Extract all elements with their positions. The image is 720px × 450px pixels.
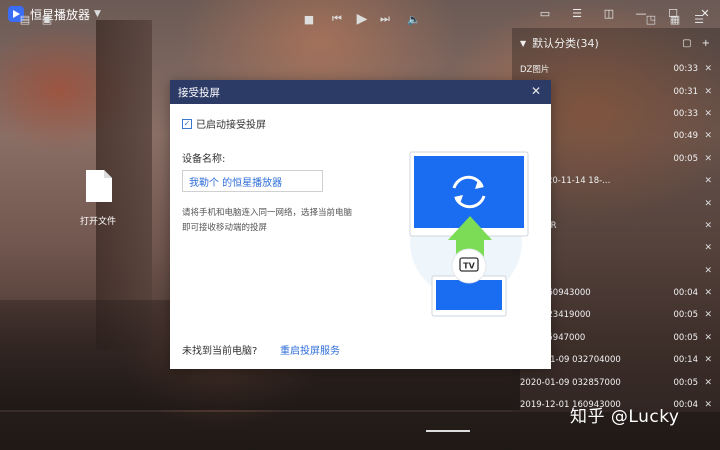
- playlist-header[interactable]: ▼ 默认分类(34) ▢ +: [512, 28, 720, 58]
- window-controls: ▭ ☰ ◫ — ☐ ✕: [536, 4, 714, 22]
- mini-mode-icon[interactable]: ▭: [536, 4, 554, 22]
- add-icon[interactable]: +: [702, 38, 710, 49]
- playlist-item-name: 2020-01-09 032857000: [520, 377, 621, 388]
- playlist-item-duration: 00:33: [673, 64, 699, 75]
- open-file-button[interactable]: 打开文件: [72, 168, 124, 227]
- enable-cast-label: 已启动接受投屏: [196, 120, 266, 131]
- remove-item-icon[interactable]: ✕: [698, 333, 712, 343]
- cast-icon[interactable]: ◳: [644, 13, 658, 26]
- playlist-item-duration: 00:49: [673, 131, 699, 142]
- playlist-item[interactable]: DZ图片 00:33 ✕: [512, 58, 720, 80]
- not-found-text: 未找到当前电脑?: [182, 346, 258, 357]
- remove-item-icon[interactable]: ✕: [698, 243, 712, 253]
- remove-item-icon[interactable]: ✕: [698, 355, 712, 365]
- app-title[interactable]: 恒星播放器: [30, 6, 90, 23]
- remove-item-icon[interactable]: ✕: [698, 199, 712, 209]
- playlist-item-duration: 00:04: [673, 288, 699, 299]
- device-name-input[interactable]: [182, 170, 323, 192]
- tv-badge-label: TV: [463, 262, 475, 271]
- tv-screen-icon: [436, 280, 502, 310]
- playlist-item-duration: 00:31: [673, 86, 699, 97]
- screenshot-icon[interactable]: ▣: [40, 13, 54, 26]
- playlist-item-duration: 00:14: [673, 355, 699, 366]
- remove-item-icon[interactable]: ✕: [698, 221, 712, 231]
- stop-icon[interactable]: ■: [302, 13, 316, 26]
- playlist-item-name: DZ图片: [520, 65, 550, 76]
- cast-hint-text: 请将手机和电脑连入同一网络，选择当前电脑即可接收移动端的投屏: [182, 208, 353, 233]
- toolbox-icon[interactable]: ▦: [668, 13, 682, 26]
- playlist-item[interactable]: 2020-01-09 032857000 00:05 ✕: [512, 371, 720, 393]
- device-name-label: 设备名称:: [182, 154, 226, 165]
- playlist-category[interactable]: 默认分类(34): [532, 35, 599, 51]
- restart-cast-service-link[interactable]: 重启投屏服务: [280, 342, 340, 357]
- next-icon[interactable]: ⏭: [378, 12, 392, 25]
- enable-cast-checkbox[interactable]: ✓ 已启动接受投屏: [182, 116, 266, 131]
- folder-icon[interactable]: ▢: [682, 38, 691, 49]
- cast-illustration: TV: [409, 151, 529, 317]
- playlist-toggle-icon[interactable]: ☰: [692, 13, 706, 26]
- remove-item-icon[interactable]: ✕: [698, 310, 712, 320]
- remove-item-icon[interactable]: ✕: [698, 87, 712, 97]
- skin-icon[interactable]: ◫: [600, 4, 618, 22]
- playlist-item-duration: 00:05: [673, 377, 699, 388]
- settings-icon[interactable]: ☰: [568, 4, 586, 22]
- remove-item-icon[interactable]: ✕: [698, 266, 712, 276]
- play-icon[interactable]: ▶: [355, 11, 369, 27]
- remove-item-icon[interactable]: ✕: [698, 378, 712, 388]
- remove-item-icon[interactable]: ✕: [698, 176, 712, 186]
- previous-icon[interactable]: ⏮: [330, 12, 344, 25]
- playlist-item-duration: 00:05: [673, 310, 699, 321]
- volume-icon[interactable]: 🔈: [407, 13, 421, 26]
- dialog-title: 接受投屏: [178, 86, 220, 99]
- dialog-header: 接受投屏 ✕: [170, 80, 551, 104]
- dialog-close-icon[interactable]: ✕: [529, 84, 543, 98]
- remove-item-icon[interactable]: ✕: [698, 288, 712, 298]
- checkbox-check-icon[interactable]: ✓: [182, 118, 192, 129]
- watermark: 知乎 @Lucky: [570, 407, 680, 427]
- remove-item-icon[interactable]: ✕: [698, 109, 712, 119]
- file-icon: [86, 170, 112, 202]
- remove-item-icon[interactable]: ✕: [698, 131, 712, 141]
- subtitle-icon[interactable]: ▤: [18, 13, 32, 26]
- remove-item-icon[interactable]: ✕: [698, 400, 712, 410]
- open-file-label: 打开文件: [79, 217, 116, 227]
- volume-slider[interactable]: [426, 430, 470, 432]
- playlist-item-duration: 00:05: [673, 153, 699, 164]
- playlist-item-duration: 00:33: [673, 108, 699, 119]
- collapse-triangle-icon[interactable]: ▼: [520, 39, 526, 48]
- playlist-item-duration: 00:05: [673, 332, 699, 343]
- remove-item-icon[interactable]: ✕: [698, 154, 712, 164]
- cast-receive-dialog: 接受投屏 ✕ ✓ 已启动接受投屏 设备名称: 请将手机和电脑连入同一网络，选择当…: [170, 80, 551, 369]
- remove-item-icon[interactable]: ✕: [698, 64, 712, 74]
- app-menu-chevron-icon[interactable]: ▼: [94, 9, 101, 19]
